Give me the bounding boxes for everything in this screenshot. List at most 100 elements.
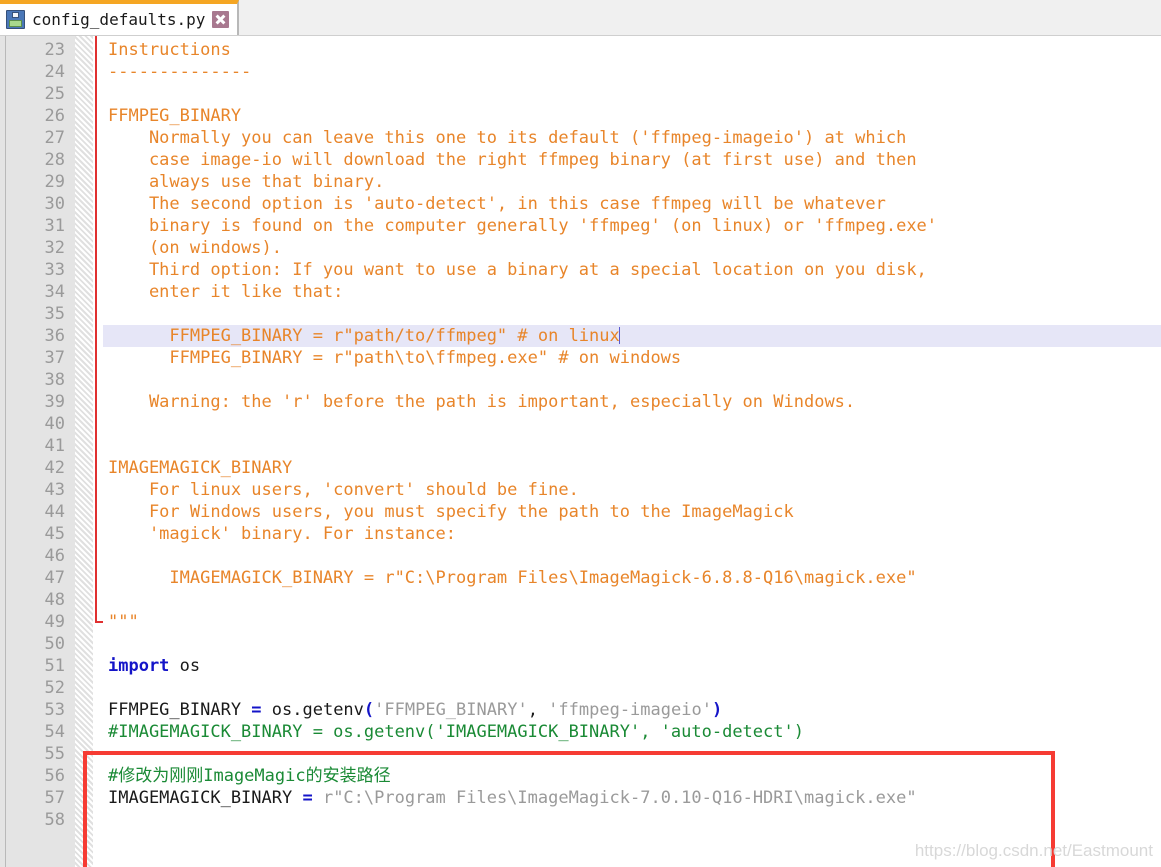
code-line[interactable]: [103, 83, 1161, 105]
code-line[interactable]: [103, 435, 1161, 457]
code-line[interactable]: IMAGEMAGICK_BINARY: [103, 457, 1161, 479]
line-number: 27: [44, 128, 65, 148]
code-line[interactable]: IMAGEMAGICK_BINARY = r"C:\Program Files\…: [103, 787, 1161, 809]
code-fold-line[interactable]: [95, 36, 97, 622]
code-token-doc: Normally you can leave this one to its d…: [108, 128, 907, 148]
code-line[interactable]: [103, 809, 1161, 831]
code-token-doc: Third option: If you want to use a binar…: [108, 260, 927, 280]
code-line[interactable]: (on windows).: [103, 237, 1161, 259]
line-number: 52: [44, 678, 65, 698]
code-line[interactable]: Normally you can leave this one to its d…: [103, 127, 1161, 149]
line-number-gutter: 23 24 25 26 27 28 29 30 31 32 33 34 35 36 37 38 39 40 41 42…: [6, 36, 75, 867]
code-line[interactable]: FFMPEG_BINARY = os.getenv('FFMPEG_BINARY…: [103, 699, 1161, 721]
line-number: 30: [44, 194, 65, 214]
code-token-doc: FFMPEG_BINARY: [108, 106, 242, 126]
code-line[interactable]: """: [103, 611, 1161, 633]
code-line[interactable]: [103, 369, 1161, 391]
line-number: 56: [44, 766, 65, 786]
line-number: 49: [44, 612, 65, 632]
code-token-op: =: [251, 700, 262, 720]
line-number: 57: [44, 788, 65, 808]
line-number: 48: [44, 590, 65, 610]
line-number: 23: [44, 40, 65, 60]
line-number: 35: [44, 304, 65, 324]
code-token-com: #IMAGEMAGICK_BINARY = os.getenv('IMAGEMA…: [108, 722, 804, 742]
code-line[interactable]: #修改为刚刚ImageMagic的安装路径: [103, 765, 1161, 787]
code-token-doc: Instructions: [108, 40, 231, 60]
code-line[interactable]: FFMPEG_BINARY = r"path/to/ffmpeg" # on l…: [103, 325, 1161, 347]
code-line[interactable]: [103, 677, 1161, 699]
close-icon[interactable]: [212, 11, 230, 28]
code-line[interactable]: Warning: the 'r' before the path is impo…: [103, 391, 1161, 413]
code-line[interactable]: 'magick' binary. For instance:: [103, 523, 1161, 545]
line-number: 26: [44, 106, 65, 126]
code-token-name: os.getenv: [261, 700, 364, 720]
code-content-area[interactable]: Instructions -------------- FFMPEG_BINARY …: [103, 36, 1161, 867]
editor-tab-config-defaults[interactable]: config_defaults.py: [0, 0, 240, 35]
code-token-doc: 'magick' binary. For instance:: [108, 524, 456, 544]
code-editor[interactable]: 23 24 25 26 27 28 29 30 31 32 33 34 35 36 37 38 39 40 41 42…: [0, 36, 1161, 867]
line-number: 53: [44, 700, 65, 720]
line-number: 41: [44, 436, 65, 456]
tab-bar: config_defaults.py: [0, 0, 1161, 36]
code-token-doc: always use that binary.: [108, 172, 385, 192]
code-line[interactable]: [103, 633, 1161, 655]
code-token-plain: os: [169, 656, 201, 676]
line-number: 55: [44, 744, 65, 764]
code-token-name: IMAGEMAGICK_BINARY: [108, 788, 303, 808]
line-number: 51: [44, 656, 65, 676]
watermark: https://blog.csdn.net/Eastmount: [914, 841, 1153, 860]
line-number: 34: [44, 282, 65, 302]
line-number: 45: [44, 524, 65, 544]
code-token-paren: (: [363, 700, 375, 720]
line-number: 46: [44, 546, 65, 566]
line-number: 50: [44, 634, 65, 654]
line-number: 24: [44, 62, 65, 82]
code-line[interactable]: [103, 303, 1161, 325]
code-token-doc: """: [108, 612, 139, 632]
gutter-stripe-column: [75, 36, 93, 867]
code-line[interactable]: import os: [103, 655, 1161, 677]
line-number: 44: [44, 502, 65, 522]
code-token-doc: The second option is 'auto-detect', in t…: [108, 194, 886, 214]
text-cursor: [618, 327, 620, 344]
line-number: 36: [44, 326, 65, 346]
line-number: 38: [44, 370, 65, 390]
code-token-doc: IMAGEMAGICK_BINARY: [108, 458, 293, 478]
code-token-doc: enter it like that:: [108, 282, 344, 302]
line-number: 58: [44, 810, 65, 830]
code-line[interactable]: FFMPEG_BINARY = r"path\to\ffmpeg.exe" # …: [103, 347, 1161, 369]
code-token-doc: FFMPEG_BINARY = r"path\to\ffmpeg.exe" # …: [108, 348, 682, 368]
line-number: 25: [44, 84, 65, 104]
code-token-str: 'FFMPEG_BINARY': [374, 700, 528, 720]
line-number: 54: [44, 722, 65, 742]
code-line[interactable]: For linux users, 'convert' should be fin…: [103, 479, 1161, 501]
code-token-paren: ): [711, 700, 723, 720]
code-line[interactable]: --------------: [103, 61, 1161, 83]
save-icon[interactable]: [6, 10, 25, 29]
code-line[interactable]: [103, 589, 1161, 611]
code-line[interactable]: case image-io will download the right ff…: [103, 149, 1161, 171]
code-line[interactable]: [103, 413, 1161, 435]
code-line[interactable]: binary is found on the computer generall…: [103, 215, 1161, 237]
code-token-doc: For linux users, 'convert' should be fin…: [108, 480, 579, 500]
code-line[interactable]: Third option: If you want to use a binar…: [103, 259, 1161, 281]
code-line[interactable]: always use that binary.: [103, 171, 1161, 193]
line-number: 42: [44, 458, 65, 478]
code-line[interactable]: FFMPEG_BINARY: [103, 105, 1161, 127]
line-number: 32: [44, 238, 65, 258]
line-number: 29: [44, 172, 65, 192]
code-line[interactable]: For Windows users, you must specify the …: [103, 501, 1161, 523]
code-line[interactable]: The second option is 'auto-detect', in t…: [103, 193, 1161, 215]
line-number: 28: [44, 150, 65, 170]
code-line[interactable]: [103, 743, 1161, 765]
code-fold-column[interactable]: [93, 36, 104, 867]
code-line[interactable]: IMAGEMAGICK_BINARY = r"C:\Program Files\…: [103, 567, 1161, 589]
code-token-doc: case image-io will download the right ff…: [108, 150, 917, 170]
code-line[interactable]: enter it like that:: [103, 281, 1161, 303]
code-line[interactable]: Instructions: [103, 39, 1161, 61]
line-number: 37: [44, 348, 65, 368]
code-token-doc: binary is found on the computer generall…: [108, 216, 938, 236]
code-line[interactable]: #IMAGEMAGICK_BINARY = os.getenv('IMAGEMA…: [103, 721, 1161, 743]
code-line[interactable]: [103, 545, 1161, 567]
